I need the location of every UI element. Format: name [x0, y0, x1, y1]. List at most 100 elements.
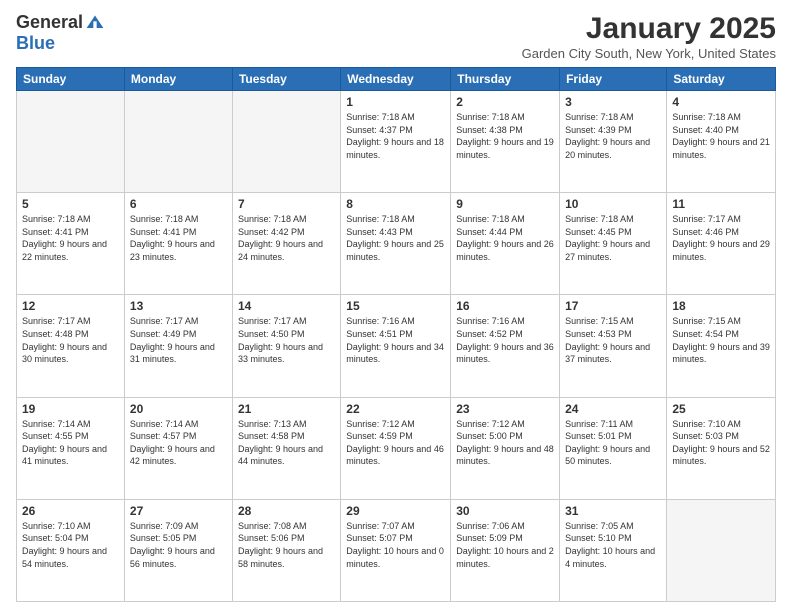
weekday-header-cell: Monday: [124, 68, 232, 91]
day-info: Sunrise: 7:12 AMSunset: 4:59 PMDaylight:…: [346, 418, 445, 468]
day-number: 18: [672, 299, 770, 313]
day-info: Sunrise: 7:18 AMSunset: 4:40 PMDaylight:…: [672, 111, 770, 161]
day-info: Sunrise: 7:17 AMSunset: 4:48 PMDaylight:…: [22, 315, 119, 365]
calendar-cell: 30 Sunrise: 7:06 AMSunset: 5:09 PMDayligh…: [451, 499, 560, 601]
location: Garden City South, New York, United Stat…: [522, 46, 776, 61]
logo: General Blue: [16, 12, 105, 54]
day-number: 6: [130, 197, 227, 211]
calendar-cell: 16 Sunrise: 7:16 AMSunset: 4:52 PMDayligh…: [451, 295, 560, 397]
calendar-cell: 8 Sunrise: 7:18 AMSunset: 4:43 PMDaylight…: [341, 193, 451, 295]
day-number: 25: [672, 402, 770, 416]
day-info: Sunrise: 7:11 AMSunset: 5:01 PMDaylight:…: [565, 418, 661, 468]
day-number: 26: [22, 504, 119, 518]
day-info: Sunrise: 7:18 AMSunset: 4:39 PMDaylight:…: [565, 111, 661, 161]
day-info: Sunrise: 7:18 AMSunset: 4:41 PMDaylight:…: [130, 213, 227, 263]
day-number: 16: [456, 299, 554, 313]
calendar-cell: 10 Sunrise: 7:18 AMSunset: 4:45 PMDayligh…: [560, 193, 667, 295]
day-number: 9: [456, 197, 554, 211]
weekday-header-cell: Thursday: [451, 68, 560, 91]
day-info: Sunrise: 7:15 AMSunset: 4:54 PMDaylight:…: [672, 315, 770, 365]
day-number: 21: [238, 402, 335, 416]
calendar-body: 1 Sunrise: 7:18 AMSunset: 4:37 PMDaylight…: [17, 91, 776, 602]
day-number: 2: [456, 95, 554, 109]
calendar-cell: [124, 91, 232, 193]
day-number: 30: [456, 504, 554, 518]
day-info: Sunrise: 7:10 AMSunset: 5:03 PMDaylight:…: [672, 418, 770, 468]
calendar-cell: 9 Sunrise: 7:18 AMSunset: 4:44 PMDaylight…: [451, 193, 560, 295]
calendar-cell: 12 Sunrise: 7:17 AMSunset: 4:48 PMDayligh…: [17, 295, 125, 397]
day-info: Sunrise: 7:18 AMSunset: 4:45 PMDaylight:…: [565, 213, 661, 263]
day-info: Sunrise: 7:07 AMSunset: 5:07 PMDaylight:…: [346, 520, 445, 570]
day-info: Sunrise: 7:18 AMSunset: 4:41 PMDaylight:…: [22, 213, 119, 263]
day-number: 23: [456, 402, 554, 416]
day-number: 7: [238, 197, 335, 211]
day-info: Sunrise: 7:05 AMSunset: 5:10 PMDaylight:…: [565, 520, 661, 570]
day-number: 22: [346, 402, 445, 416]
day-info: Sunrise: 7:15 AMSunset: 4:53 PMDaylight:…: [565, 315, 661, 365]
calendar-week-row: 26 Sunrise: 7:10 AMSunset: 5:04 PMDayligh…: [17, 499, 776, 601]
weekday-header-cell: Saturday: [667, 68, 776, 91]
calendar-cell: 7 Sunrise: 7:18 AMSunset: 4:42 PMDaylight…: [232, 193, 340, 295]
calendar-cell: 23 Sunrise: 7:12 AMSunset: 5:00 PMDayligh…: [451, 397, 560, 499]
title-block: January 2025 Garden City South, New York…: [522, 12, 776, 61]
day-number: 19: [22, 402, 119, 416]
day-number: 20: [130, 402, 227, 416]
day-number: 17: [565, 299, 661, 313]
calendar-cell: 20 Sunrise: 7:14 AMSunset: 4:57 PMDayligh…: [124, 397, 232, 499]
calendar-cell: 14Sunrise: 7:17 AMSunset: 4:50 PMDayligh…: [232, 295, 340, 397]
day-info: Sunrise: 7:16 AMSunset: 4:51 PMDaylight:…: [346, 315, 445, 365]
logo-general-text: General: [16, 12, 83, 33]
calendar-cell: 31 Sunrise: 7:05 AMSunset: 5:10 PMDayligh…: [560, 499, 667, 601]
calendar-cell: 5 Sunrise: 7:18 AMSunset: 4:41 PMDaylight…: [17, 193, 125, 295]
day-info: Sunrise: 7:14 AMSunset: 4:57 PMDaylight:…: [130, 418, 227, 468]
day-number: 12: [22, 299, 119, 313]
day-number: 27: [130, 504, 227, 518]
weekday-header-cell: Tuesday: [232, 68, 340, 91]
calendar-cell: 2Sunrise: 7:18 AMSunset: 4:38 PMDaylight…: [451, 91, 560, 193]
weekday-header-cell: Friday: [560, 68, 667, 91]
logo-blue-text: Blue: [16, 33, 55, 54]
calendar-cell: 18 Sunrise: 7:15 AMSunset: 4:54 PMDayligh…: [667, 295, 776, 397]
calendar-cell: 25 Sunrise: 7:10 AMSunset: 5:03 PMDayligh…: [667, 397, 776, 499]
day-number: 5: [22, 197, 119, 211]
day-info: Sunrise: 7:13 AMSunset: 4:58 PMDaylight:…: [238, 418, 335, 468]
calendar-cell: 15Sunrise: 7:16 AMSunset: 4:51 PMDayligh…: [341, 295, 451, 397]
calendar-cell: 29 Sunrise: 7:07 AMSunset: 5:07 PMDayligh…: [341, 499, 451, 601]
calendar-cell: [667, 499, 776, 601]
calendar-cell: 4 Sunrise: 7:18 AMSunset: 4:40 PMDaylight…: [667, 91, 776, 193]
weekday-header-cell: Wednesday: [341, 68, 451, 91]
calendar-page: General Blue January 2025 Garden City So…: [0, 0, 792, 612]
day-info: Sunrise: 7:18 AMSunset: 4:37 PMDaylight:…: [346, 111, 445, 161]
day-info: Sunrise: 7:18 AMSunset: 4:42 PMDaylight:…: [238, 213, 335, 263]
day-number: 24: [565, 402, 661, 416]
day-info: Sunrise: 7:08 AMSunset: 5:06 PMDaylight:…: [238, 520, 335, 570]
day-info: Sunrise: 7:12 AMSunset: 5:00 PMDaylight:…: [456, 418, 554, 468]
day-number: 4: [672, 95, 770, 109]
calendar-week-row: 5 Sunrise: 7:18 AMSunset: 4:41 PMDaylight…: [17, 193, 776, 295]
day-number: 1: [346, 95, 445, 109]
day-info: Sunrise: 7:06 AMSunset: 5:09 PMDaylight:…: [456, 520, 554, 570]
day-info: Sunrise: 7:16 AMSunset: 4:52 PMDaylight:…: [456, 315, 554, 365]
calendar-cell: 19 Sunrise: 7:14 AMSunset: 4:55 PMDayligh…: [17, 397, 125, 499]
day-number: 3: [565, 95, 661, 109]
day-number: 8: [346, 197, 445, 211]
calendar-cell: 1 Sunrise: 7:18 AMSunset: 4:37 PMDaylight…: [341, 91, 451, 193]
header: General Blue January 2025 Garden City So…: [16, 12, 776, 61]
calendar-cell: 13Sunrise: 7:17 AMSunset: 4:49 PMDayligh…: [124, 295, 232, 397]
day-info: Sunrise: 7:17 AMSunset: 4:50 PMDaylight:…: [238, 315, 335, 365]
day-info: Sunrise: 7:14 AMSunset: 4:55 PMDaylight:…: [22, 418, 119, 468]
day-info: Sunrise: 7:18 AMSunset: 4:44 PMDaylight:…: [456, 213, 554, 263]
day-info: Sunrise: 7:10 AMSunset: 5:04 PMDaylight:…: [22, 520, 119, 570]
calendar-week-row: 1 Sunrise: 7:18 AMSunset: 4:37 PMDaylight…: [17, 91, 776, 193]
day-number: 28: [238, 504, 335, 518]
day-number: 31: [565, 504, 661, 518]
day-number: 29: [346, 504, 445, 518]
calendar-week-row: 12 Sunrise: 7:17 AMSunset: 4:48 PMDayligh…: [17, 295, 776, 397]
month-title: January 2025: [522, 12, 776, 46]
day-info: Sunrise: 7:09 AMSunset: 5:05 PMDaylight:…: [130, 520, 227, 570]
day-number: 10: [565, 197, 661, 211]
calendar-cell: 3 Sunrise: 7:18 AMSunset: 4:39 PMDaylight…: [560, 91, 667, 193]
calendar-cell: 24 Sunrise: 7:11 AMSunset: 5:01 PMDayligh…: [560, 397, 667, 499]
calendar-cell: 27 Sunrise: 7:09 AMSunset: 5:05 PMDayligh…: [124, 499, 232, 601]
day-info: Sunrise: 7:18 AMSunset: 4:43 PMDaylight:…: [346, 213, 445, 263]
